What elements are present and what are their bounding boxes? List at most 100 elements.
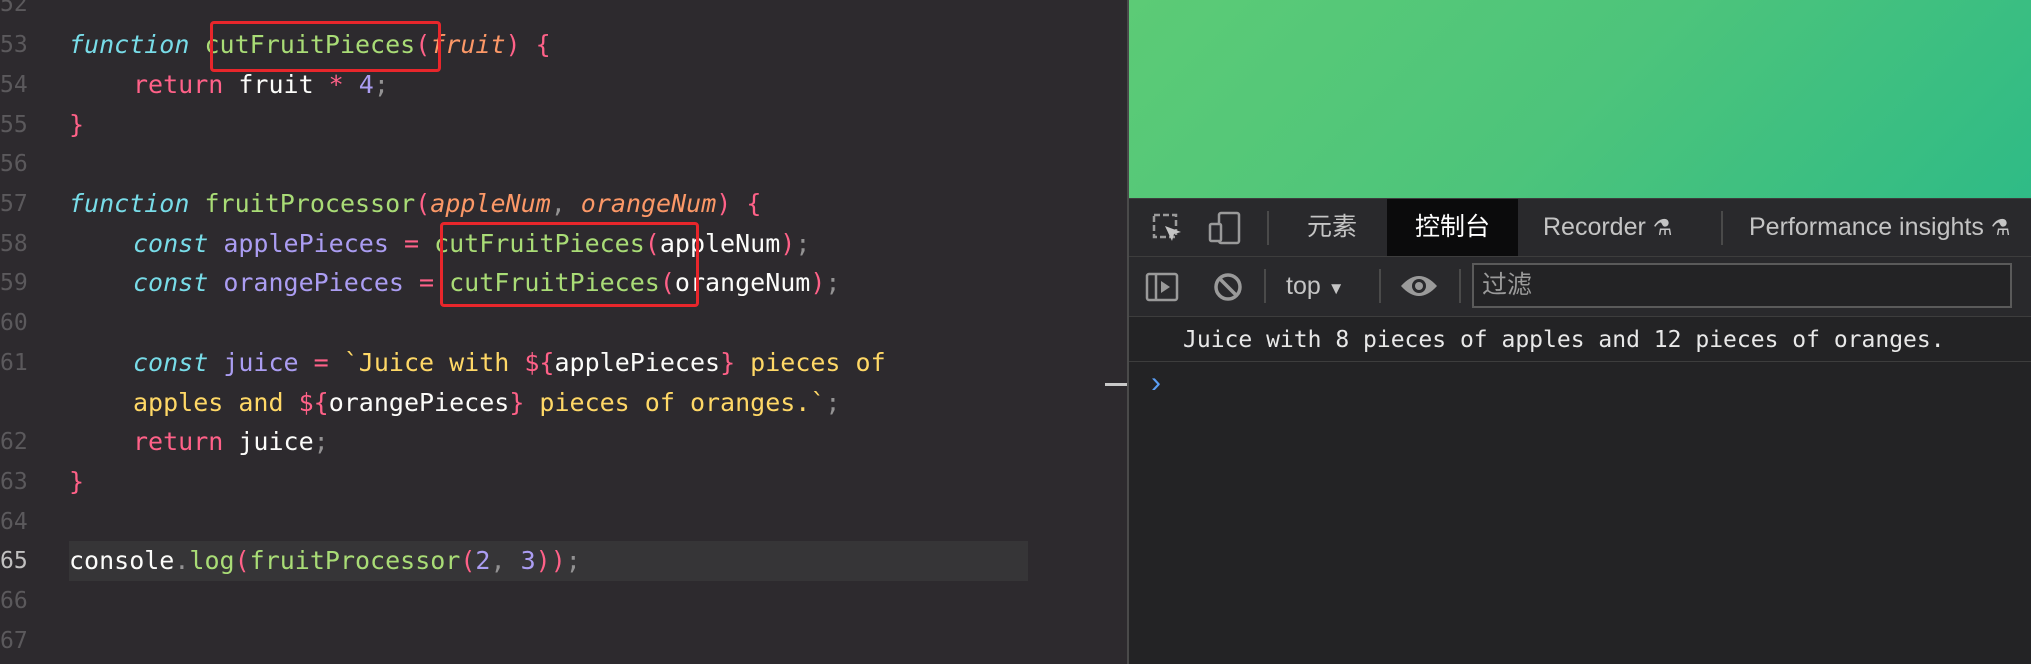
tab-separator bbox=[1267, 211, 1269, 245]
clear-console-icon[interactable] bbox=[1212, 271, 1244, 303]
code-token: applePieces bbox=[208, 229, 404, 258]
chevron-down-icon: ▼ bbox=[1327, 279, 1345, 298]
tab-performance-insights-label: Performance insights bbox=[1749, 213, 1984, 241]
code-editor[interactable]: 52 53 54 55 56 57 58 59 60 61 62 63 64 6… bbox=[0, 0, 1127, 664]
code-token: fruit bbox=[223, 70, 329, 99]
code-token: * bbox=[328, 70, 344, 99]
code-token: const bbox=[133, 229, 209, 258]
code-line-active[interactable]: console.log(fruitProcessor(2, 3)); bbox=[69, 541, 581, 581]
code-token: `Juice with bbox=[343, 348, 525, 377]
inspect-element-icon[interactable] bbox=[1151, 212, 1185, 246]
console-prompt[interactable]: › bbox=[1151, 368, 1161, 398]
code-token: 4 bbox=[358, 70, 374, 99]
tab-console[interactable]: 控制台 bbox=[1387, 199, 1518, 256]
code-token: , bbox=[550, 189, 581, 218]
code-token: { bbox=[520, 30, 551, 59]
code-token: 3 bbox=[520, 546, 536, 575]
code-token: ) bbox=[810, 268, 826, 297]
line-number: 52 bbox=[0, 0, 28, 17]
code-token: function bbox=[69, 189, 190, 218]
code-token: orangePieces bbox=[208, 268, 419, 297]
devtools-tabbar: 元素 控制台 Recorder ⚗ Performance insights ⚗ bbox=[1129, 198, 2031, 257]
devtools-pane: 元素 控制台 Recorder ⚗ Performance insights ⚗… bbox=[1127, 0, 2031, 664]
code-token: fruit bbox=[430, 30, 506, 59]
code-token: fruitProcessor bbox=[204, 189, 416, 218]
tab-elements[interactable]: 元素 bbox=[1307, 199, 1357, 256]
line-number: 63 bbox=[0, 469, 28, 495]
line-number: 57 bbox=[0, 191, 28, 217]
line-number-active: 65 bbox=[0, 548, 28, 574]
code-token: orangePieces bbox=[328, 388, 510, 417]
code-token: juice bbox=[208, 348, 314, 377]
page-preview bbox=[1129, 0, 2031, 198]
line-number: 56 bbox=[0, 151, 28, 177]
line-number: 67 bbox=[0, 628, 28, 654]
code-token: = bbox=[418, 268, 435, 297]
eye-icon[interactable] bbox=[1399, 272, 1439, 300]
line-number: 54 bbox=[0, 72, 28, 98]
code-token: ) bbox=[505, 30, 521, 59]
code-token: juice bbox=[223, 427, 314, 456]
code-token: ; bbox=[313, 427, 329, 456]
code-line[interactable]: } bbox=[69, 462, 84, 502]
highlight-box-declaration bbox=[210, 21, 441, 72]
code-token: { bbox=[731, 189, 762, 218]
code-token: } bbox=[69, 110, 85, 139]
context-select-value: top bbox=[1286, 272, 1321, 300]
sidebar-toggle-icon[interactable] bbox=[1145, 271, 1179, 303]
line-number-gutter: 52 53 54 55 56 57 58 59 60 61 62 63 64 6… bbox=[0, 0, 40, 664]
code-token: 2 bbox=[475, 546, 491, 575]
code-line[interactable]: } bbox=[69, 105, 84, 145]
code-token: ${ bbox=[524, 348, 555, 377]
code-token: ) bbox=[550, 546, 566, 575]
tab-recorder[interactable]: Recorder ⚗ bbox=[1543, 199, 1673, 256]
code-token: ) bbox=[780, 229, 796, 258]
code-token: ) bbox=[535, 546, 551, 575]
tab-performance-insights[interactable]: Performance insights ⚗ bbox=[1749, 199, 2011, 256]
toolbar-separator bbox=[1264, 269, 1266, 303]
code-token: ( bbox=[234, 546, 250, 575]
code-line[interactable]: return juice; bbox=[133, 422, 329, 462]
code-token: } bbox=[509, 388, 525, 417]
filter-input[interactable]: 过滤 bbox=[1472, 263, 2012, 308]
code-token: ` bbox=[810, 388, 826, 417]
device-toolbar-icon[interactable] bbox=[1207, 210, 1243, 246]
console-message: Juice with 8 pieces of apples and 12 pie… bbox=[1129, 318, 2031, 362]
code-token: orangeNum bbox=[580, 189, 717, 218]
code-token: ; bbox=[825, 388, 841, 417]
flask-icon: ⚗ bbox=[1990, 215, 2011, 240]
line-number: 53 bbox=[0, 32, 28, 58]
console-toolbar: top ▼ 过滤 bbox=[1129, 257, 2031, 317]
code-token: ( bbox=[460, 546, 476, 575]
code-token: = bbox=[313, 348, 329, 377]
code-token: return bbox=[133, 427, 224, 456]
minimap-marker bbox=[1105, 383, 1127, 386]
code-token: ; bbox=[565, 546, 581, 575]
context-select[interactable]: top ▼ bbox=[1286, 257, 1345, 315]
code-token: pieces of bbox=[735, 348, 886, 377]
line-number: 55 bbox=[0, 112, 28, 138]
code-token: fruitProcessor bbox=[249, 546, 461, 575]
line-number: 60 bbox=[0, 310, 28, 336]
tab-recorder-label: Recorder bbox=[1543, 213, 1646, 241]
code-token: } bbox=[69, 467, 85, 496]
tab-separator bbox=[1721, 211, 1723, 245]
code-line[interactable]: apples and ${orangePieces} pieces of ora… bbox=[133, 383, 840, 423]
code-token: function bbox=[69, 30, 190, 59]
code-token: = bbox=[403, 229, 419, 258]
code-line[interactable]: function fruitProcessor(appleNum, orange… bbox=[69, 184, 761, 224]
code-line[interactable]: const juice = `Juice with ${applePieces}… bbox=[133, 343, 886, 383]
code-token: return bbox=[133, 70, 224, 99]
code-token: log bbox=[189, 546, 235, 575]
code-token: ${ bbox=[298, 388, 329, 417]
line-number: 59 bbox=[0, 270, 28, 296]
highlight-box-calls bbox=[440, 222, 699, 307]
code-token: } bbox=[720, 348, 736, 377]
code-token: pieces of oranges. bbox=[524, 388, 811, 417]
line-number: 62 bbox=[0, 429, 28, 455]
code-token: ; bbox=[795, 229, 811, 258]
